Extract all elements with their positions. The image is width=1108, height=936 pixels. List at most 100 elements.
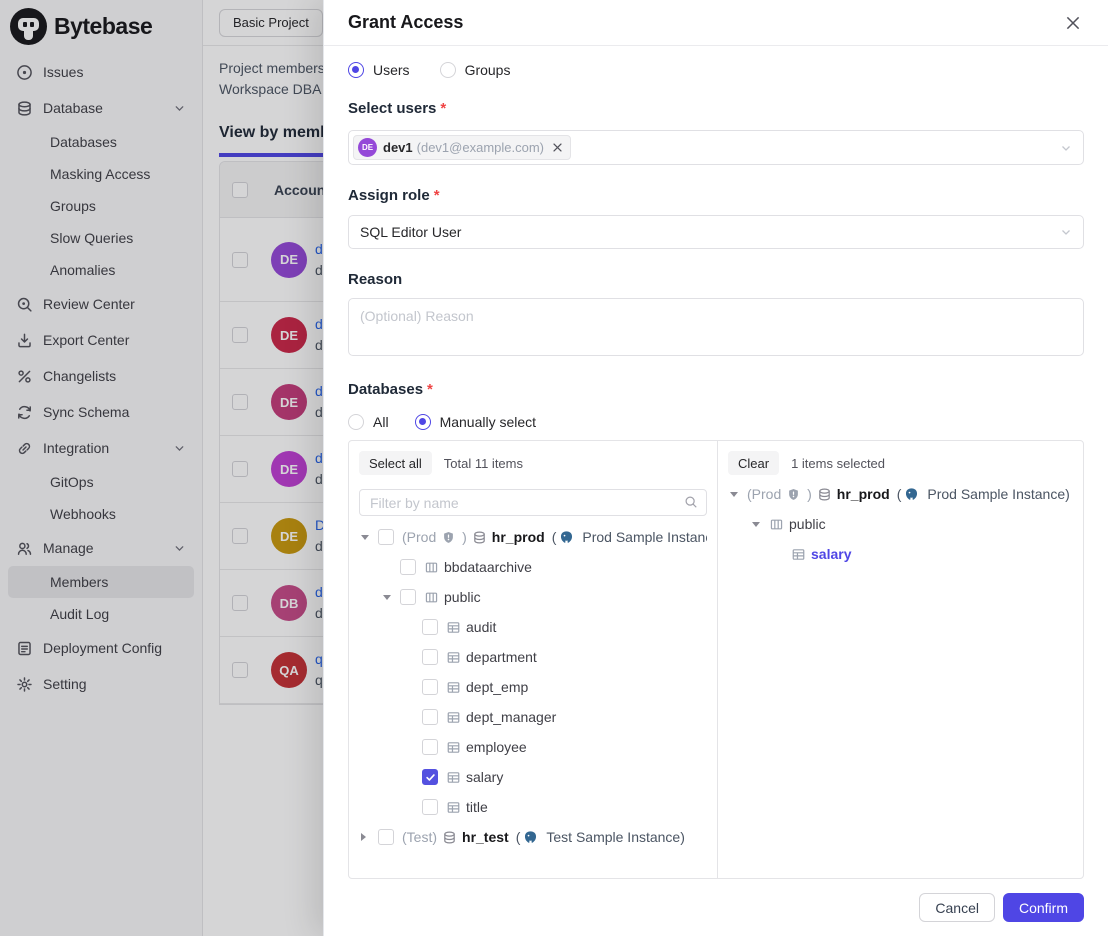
assign-role-label: Assign role* xyxy=(348,185,1084,205)
table-icon xyxy=(446,680,461,695)
search-icon xyxy=(684,495,698,509)
tree-checkbox[interactable] xyxy=(422,769,438,785)
shield-icon xyxy=(442,531,455,544)
database-cylinder-icon xyxy=(817,487,832,502)
tree-row-department[interactable]: department xyxy=(359,642,707,672)
filter-wrap xyxy=(359,489,707,516)
avatar: DE xyxy=(358,138,377,157)
chip-user-email: (dev1@example.com) xyxy=(417,140,544,155)
tree-node-label: hr_prod xyxy=(837,486,890,502)
tree-node-label: bbdataarchive xyxy=(444,559,532,575)
caret-down-icon[interactable] xyxy=(752,522,769,527)
radio-principal-users[interactable]: Users xyxy=(348,62,410,78)
select-users-input[interactable]: DE dev1 (dev1@example.com) xyxy=(348,130,1084,165)
assign-role-select[interactable]: SQL Editor User xyxy=(348,215,1084,249)
tree-node-label: public xyxy=(789,516,826,532)
radio-principal-groups[interactable]: Groups xyxy=(440,62,511,78)
radio-db-mode-all[interactable]: All xyxy=(348,414,389,430)
reason-label: Reason xyxy=(348,269,1084,289)
tree-row-hr_prod[interactable]: (Prod ) hr_prod (Prod Sample Instance) xyxy=(728,479,1073,509)
shield-icon xyxy=(787,488,800,501)
tree-row-public[interactable]: public xyxy=(728,509,1073,539)
tree-checkbox[interactable] xyxy=(400,589,416,605)
tree-checkbox[interactable] xyxy=(422,619,438,635)
database-tree-panel: Select all Total 11 items (Prod ) hr_prod… xyxy=(348,440,1084,879)
database-mode-radio-group: All Manually select xyxy=(348,412,1084,432)
radio-db-mode-manually-select[interactable]: Manually select xyxy=(415,414,537,430)
table-icon xyxy=(446,740,461,755)
table-icon xyxy=(446,710,461,725)
select-all-button[interactable]: Select all xyxy=(359,451,432,475)
caret-down-icon[interactable] xyxy=(361,535,378,540)
tree-checkbox[interactable] xyxy=(422,709,438,725)
tree-checkbox[interactable] xyxy=(422,679,438,695)
table-icon xyxy=(446,650,461,665)
radio-label: Groups xyxy=(465,62,511,78)
required-asterisk: * xyxy=(427,381,433,398)
tree-node-label: salary xyxy=(466,769,503,785)
tree-checkbox[interactable] xyxy=(378,529,394,545)
table-icon xyxy=(791,547,806,562)
database-tree-source-pane: Select all Total 11 items (Prod ) hr_prod… xyxy=(349,441,718,878)
radio-label: Users xyxy=(373,62,410,78)
radio-indicator[interactable] xyxy=(440,62,456,78)
app-root: Bytebase IssuesDatabaseDatabasesMasking … xyxy=(0,0,1108,936)
tree-row-public[interactable]: public xyxy=(359,582,707,612)
tree-checkbox[interactable] xyxy=(378,829,394,845)
tree-row-audit[interactable]: audit xyxy=(359,612,707,642)
tree-checkbox[interactable] xyxy=(422,739,438,755)
source-pane-header: Select all Total 11 items xyxy=(359,451,707,475)
tree-checkbox[interactable] xyxy=(422,649,438,665)
tree-node-label: audit xyxy=(466,619,496,635)
tree-checkbox[interactable] xyxy=(422,799,438,815)
source-tree: (Prod )hr_prod(Prod Sample Instance)bbda… xyxy=(359,522,707,852)
cancel-button[interactable]: Cancel xyxy=(919,893,995,922)
confirm-button[interactable]: Confirm xyxy=(1003,893,1084,922)
tree-row-employee[interactable]: employee xyxy=(359,732,707,762)
assign-role-value: SQL Editor User xyxy=(360,224,461,240)
close-icon[interactable] xyxy=(1062,12,1084,34)
tree-row-bbdataarchive[interactable]: bbdataarchive xyxy=(359,552,707,582)
caret-down-icon[interactable] xyxy=(383,595,400,600)
radio-indicator[interactable] xyxy=(348,414,364,430)
postgres-icon xyxy=(523,830,538,845)
filter-by-name-input[interactable] xyxy=(359,489,707,516)
clear-button[interactable]: Clear xyxy=(728,451,779,475)
tree-row-dept_emp[interactable]: dept_emp xyxy=(359,672,707,702)
instance-label: (Prod Sample Instance) xyxy=(897,486,1070,502)
tree-node-label: employee xyxy=(466,739,527,755)
environment-tag: (Prod ) xyxy=(747,486,812,502)
tree-node-label: title xyxy=(466,799,488,815)
chip-user-name: dev1 xyxy=(383,140,413,155)
total-items-label: Total 11 items xyxy=(444,456,523,471)
database-tree-selected-pane: Clear 1 items selected (Prod )hr_prod(Pr… xyxy=(718,441,1083,878)
tree-row-hr_test[interactable]: (Test)hr_test(Test Sample Instance) xyxy=(359,822,707,852)
modal-title: Grant Access xyxy=(348,12,463,33)
principal-type-radio-group: Users Groups xyxy=(348,60,1084,80)
tree-row-salary[interactable]: salary xyxy=(359,762,707,792)
database-cylinder-icon xyxy=(472,530,487,545)
table-icon xyxy=(446,620,461,635)
table-icon xyxy=(446,800,461,815)
modal-body: UsersGroups Select users* DEdev1(dev1@ex… xyxy=(324,46,1108,879)
environment-tag: (Prod ) xyxy=(402,529,467,545)
radio-indicator[interactable] xyxy=(348,62,364,78)
radio-indicator[interactable] xyxy=(415,414,431,430)
databases-label: Databases* xyxy=(348,379,1084,399)
reason-textarea[interactable] xyxy=(348,298,1084,356)
tree-row-title[interactable]: title xyxy=(359,792,707,822)
remove-user-icon[interactable] xyxy=(552,142,563,153)
tree-row-salary[interactable]: salary xyxy=(728,539,1073,569)
schema-icon xyxy=(424,590,439,605)
selected-tree: (Prod ) hr_prod (Prod Sample Instance) publ… xyxy=(728,479,1073,569)
caret-right-icon[interactable] xyxy=(361,833,378,841)
tree-node-label: hr_prod xyxy=(492,529,545,545)
selected-count-label: 1 items selected xyxy=(791,456,885,471)
radio-label: Manually select xyxy=(440,414,537,430)
tree-row-dept_manager[interactable]: dept_manager xyxy=(359,702,707,732)
caret-down-icon[interactable] xyxy=(730,492,747,497)
tree-row-hr_prod[interactable]: (Prod )hr_prod(Prod Sample Instance) xyxy=(359,522,707,552)
tree-checkbox[interactable] xyxy=(400,559,416,575)
schema-icon xyxy=(769,517,784,532)
modal-header: Grant Access xyxy=(324,0,1108,46)
